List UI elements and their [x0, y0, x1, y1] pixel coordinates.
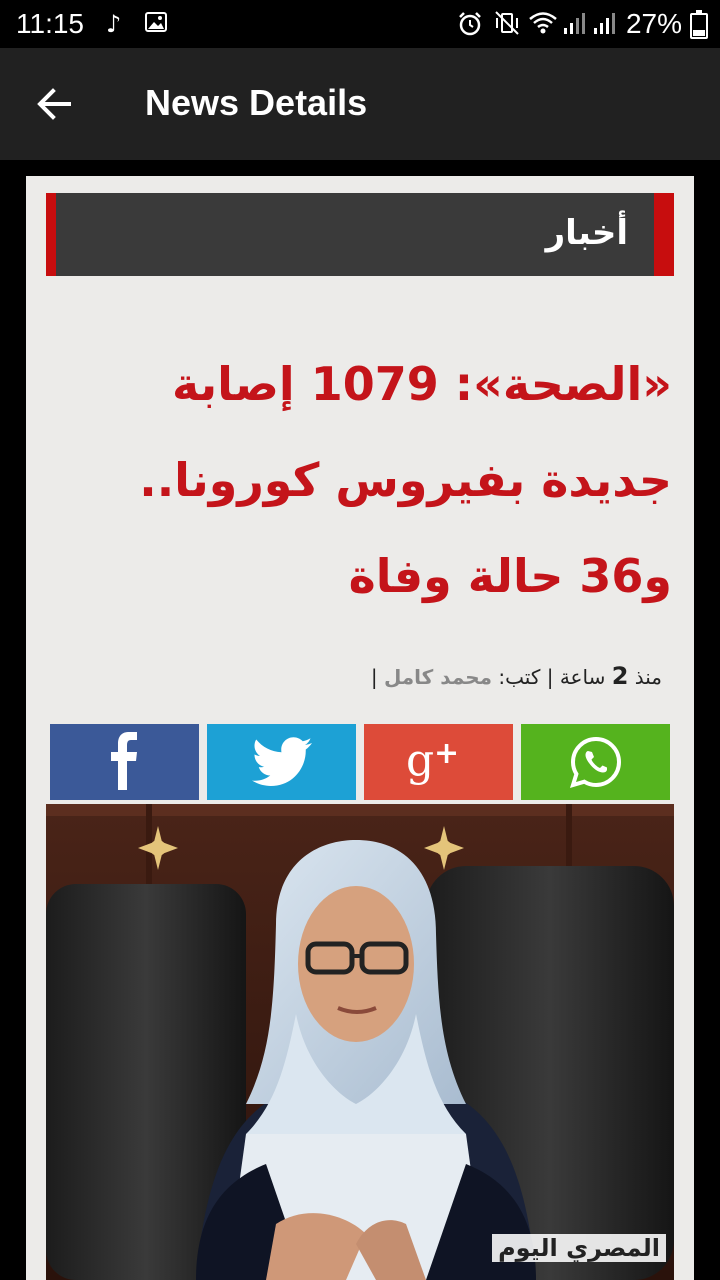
battery-icon [690, 10, 708, 39]
share-twitter-button[interactable] [207, 724, 356, 800]
status-bar: 11:15 ♪ 27% [0, 0, 720, 48]
wifi-icon [528, 10, 558, 42]
article-meta: منذ 2 ساعة | كتب: محمد كامل | [371, 662, 662, 690]
svg-text:+: + [434, 737, 459, 771]
share-whatsapp-button[interactable] [521, 724, 670, 800]
meta-author[interactable]: محمد كامل [384, 665, 492, 689]
article-headline: «الصحة»: 1079 إصابة جديدة بفيروس كورونا.… [139, 357, 672, 603]
image-watermark: المصري اليوم [492, 1234, 666, 1262]
section-label: أخبار [545, 213, 628, 253]
arrow-back-icon [37, 88, 71, 120]
music-note-icon: ♪ [106, 10, 122, 38]
article-photo [46, 804, 674, 1280]
signal-icon-2 [592, 10, 616, 42]
svg-text:g: g [406, 737, 434, 786]
battery-percent: 27% [625, 8, 682, 39]
facebook-icon [110, 732, 137, 790]
meta-count: 2 [611, 662, 629, 690]
app-bar: News Details [0, 48, 720, 160]
page-title: News Details [145, 82, 368, 123]
share-facebook-button[interactable] [50, 724, 199, 800]
section-header: أخبار [46, 193, 674, 276]
article-image[interactable]: المصري اليوم [46, 804, 674, 1280]
status-time: 11:15 [16, 8, 84, 39]
article-card: أخبار «الصحة»: 1079 إصابة جديدة بفيروس ك… [26, 176, 694, 1280]
alarm-icon [456, 10, 484, 44]
meta-separator-end: | [370, 665, 378, 689]
content-area[interactable]: أخبار «الصحة»: 1079 إصابة جديدة بفيروس ك… [0, 160, 720, 1280]
twitter-icon [251, 737, 312, 786]
signal-icon-1 [562, 10, 586, 42]
share-row: g + [50, 724, 670, 800]
image-icon [144, 10, 168, 40]
meta-since: منذ [634, 665, 662, 689]
meta-separator: | [546, 665, 554, 689]
meta-unit: ساعة [559, 665, 606, 689]
meta-by-label: كتب: [498, 665, 541, 689]
back-button[interactable] [28, 78, 80, 130]
vibrate-mute-icon [494, 10, 520, 42]
share-google-plus-button[interactable]: g + [364, 724, 513, 800]
google-plus-icon: g + [406, 737, 459, 786]
whatsapp-icon [569, 736, 621, 788]
